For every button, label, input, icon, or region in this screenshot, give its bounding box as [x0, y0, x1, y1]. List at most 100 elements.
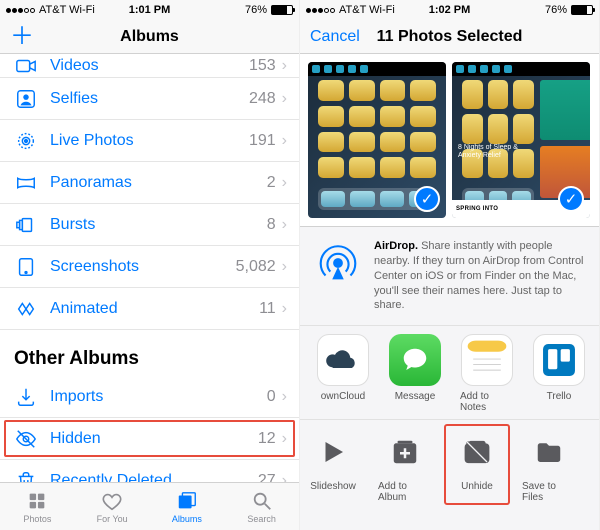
livephotos-icon: [14, 130, 38, 152]
selfies-icon: [14, 88, 38, 110]
tab-search[interactable]: Search: [224, 483, 299, 530]
animated-icon: [14, 298, 38, 320]
photo-thumbnail[interactable]: ✓: [308, 62, 446, 218]
screenshots-icon: [14, 256, 38, 278]
unhide-icon: [453, 428, 501, 476]
bursts-icon: [14, 214, 38, 236]
trash-icon: [14, 470, 38, 482]
chevron-right-icon: ›: [282, 132, 287, 150]
share-app-message[interactable]: Message: [388, 334, 442, 413]
album-row-selfies[interactable]: Selfies 248 ›: [0, 78, 299, 120]
album-label: Bursts: [50, 216, 95, 234]
thumb-caption: 8 Nights of Sleep & Anxiety Relief: [458, 144, 534, 161]
album-label: Hidden: [50, 430, 101, 448]
albums-tab-icon: [176, 490, 198, 512]
imports-icon: [14, 386, 38, 408]
clock-label: 1:02 PM: [300, 4, 599, 16]
tab-bar: Photos For You Albums Search: [0, 482, 299, 530]
app-label: ownCloud: [321, 391, 365, 402]
foryou-tab-icon: [101, 490, 123, 512]
status-bar: AT&T Wi-Fi 1:02 PM 76%: [300, 0, 599, 20]
action-label: Slideshow: [310, 481, 356, 492]
share-apps-row[interactable]: ownCloud Message Add to Notes Trello: [300, 325, 599, 419]
action-label: Unhide: [461, 481, 493, 492]
album-label: Recently Deleted: [50, 472, 172, 482]
album-row-livephotos[interactable]: Live Photos 191 ›: [0, 120, 299, 162]
owncloud-icon: [317, 334, 369, 386]
album-count: 8: [267, 216, 276, 234]
action-unhide[interactable]: Unhide: [450, 428, 504, 503]
action-addtoalbum[interactable]: Add to Album: [378, 428, 432, 503]
album-count: 11: [259, 300, 276, 318]
airdrop-title: AirDrop.: [374, 240, 418, 252]
album-count: 153: [249, 57, 276, 75]
album-row-deleted[interactable]: Recently Deleted 27 ›: [0, 460, 299, 482]
albums-list[interactable]: Videos 153 › Selfies 248 › Live Photos 1…: [0, 54, 299, 482]
share-app-owncloud[interactable]: ownCloud: [316, 334, 370, 413]
action-duplicate[interactable]: Duplicate: [594, 428, 599, 503]
trello-icon: [533, 334, 585, 386]
savetofiles-icon: [525, 428, 573, 476]
action-label: Save to Files: [522, 481, 576, 503]
album-label: Animated: [50, 300, 118, 318]
tab-photos[interactable]: Photos: [0, 483, 75, 530]
photo-thumbnail[interactable]: 8 Nights of Sleep & Anxiety Relief SPRIN…: [452, 62, 590, 218]
album-row-videos[interactable]: Videos 153 ›: [0, 54, 299, 78]
action-savetofiles[interactable]: Save to Files: [522, 428, 576, 503]
nav-bar: Cancel 11 Photos Selected: [300, 20, 599, 54]
tab-foryou[interactable]: For You: [75, 483, 150, 530]
chevron-right-icon: ›: [282, 216, 287, 234]
tab-label: For You: [97, 514, 128, 524]
album-row-animated[interactable]: Animated 11 ›: [0, 288, 299, 330]
nav-title: Albums: [0, 28, 299, 46]
videos-icon: [14, 55, 38, 77]
selected-check-icon: ✓: [558, 186, 584, 212]
album-count: 248: [249, 90, 276, 108]
album-count: 191: [249, 132, 276, 150]
clock-label: 1:01 PM: [0, 4, 299, 16]
album-count: 12: [258, 430, 276, 448]
share-app-notes[interactable]: Add to Notes: [460, 334, 514, 413]
airdrop-text: AirDrop. Share instantly with people nea…: [374, 239, 585, 313]
tab-label: Photos: [23, 514, 51, 524]
album-row-imports[interactable]: Imports 0 ›: [0, 376, 299, 418]
album-label: Imports: [50, 388, 103, 406]
other-albums-header: Other Albums: [0, 330, 299, 376]
album-row-screenshots[interactable]: Screenshots 5,082 ›: [0, 246, 299, 288]
chevron-right-icon: ›: [282, 258, 287, 276]
photos-tab-icon: [26, 490, 48, 512]
album-count: 27: [258, 472, 276, 482]
chevron-right-icon: ›: [282, 90, 287, 108]
album-count: 2: [267, 174, 276, 192]
share-sheet: AirDrop. Share instantly with people nea…: [300, 226, 599, 530]
message-icon: [389, 334, 441, 386]
action-slideshow[interactable]: Slideshow: [306, 428, 360, 503]
nav-bar: ＋ Albums: [0, 20, 299, 54]
album-row-bursts[interactable]: Bursts 8 ›: [0, 204, 299, 246]
share-actions-row[interactable]: Slideshow Add to Album Unhide Save to: [300, 419, 599, 509]
slideshow-icon: [309, 428, 357, 476]
album-count: 0: [267, 388, 276, 406]
album-label: Videos: [50, 57, 99, 75]
notes-icon: [461, 334, 513, 386]
app-label: Message: [395, 391, 436, 402]
battery-icon: [271, 5, 293, 15]
selected-photos-strip[interactable]: ✓ 8 Nights of Sleep & Anxiety Relief SPR…: [300, 54, 599, 226]
album-label: Selfies: [50, 90, 98, 108]
duplicate-icon: [597, 428, 599, 476]
phone-right: AT&T Wi-Fi 1:02 PM 76% Cancel 11 Photos …: [300, 0, 600, 530]
chevron-right-icon: ›: [282, 388, 287, 406]
chevron-right-icon: ›: [282, 472, 287, 482]
battery-icon: [571, 5, 593, 15]
album-row-panoramas[interactable]: Panoramas 2 ›: [0, 162, 299, 204]
chevron-right-icon: ›: [282, 430, 287, 448]
tab-label: Albums: [172, 514, 202, 524]
album-row-hidden[interactable]: Hidden 12 ›: [0, 418, 299, 460]
tab-albums[interactable]: Albums: [150, 483, 225, 530]
app-label: Trello: [547, 391, 572, 402]
chevron-right-icon: ›: [282, 174, 287, 192]
share-app-trello[interactable]: Trello: [532, 334, 586, 413]
airdrop-section[interactable]: AirDrop. Share instantly with people nea…: [300, 227, 599, 325]
album-label: Panoramas: [50, 174, 132, 192]
action-label: Add to Album: [378, 481, 432, 503]
